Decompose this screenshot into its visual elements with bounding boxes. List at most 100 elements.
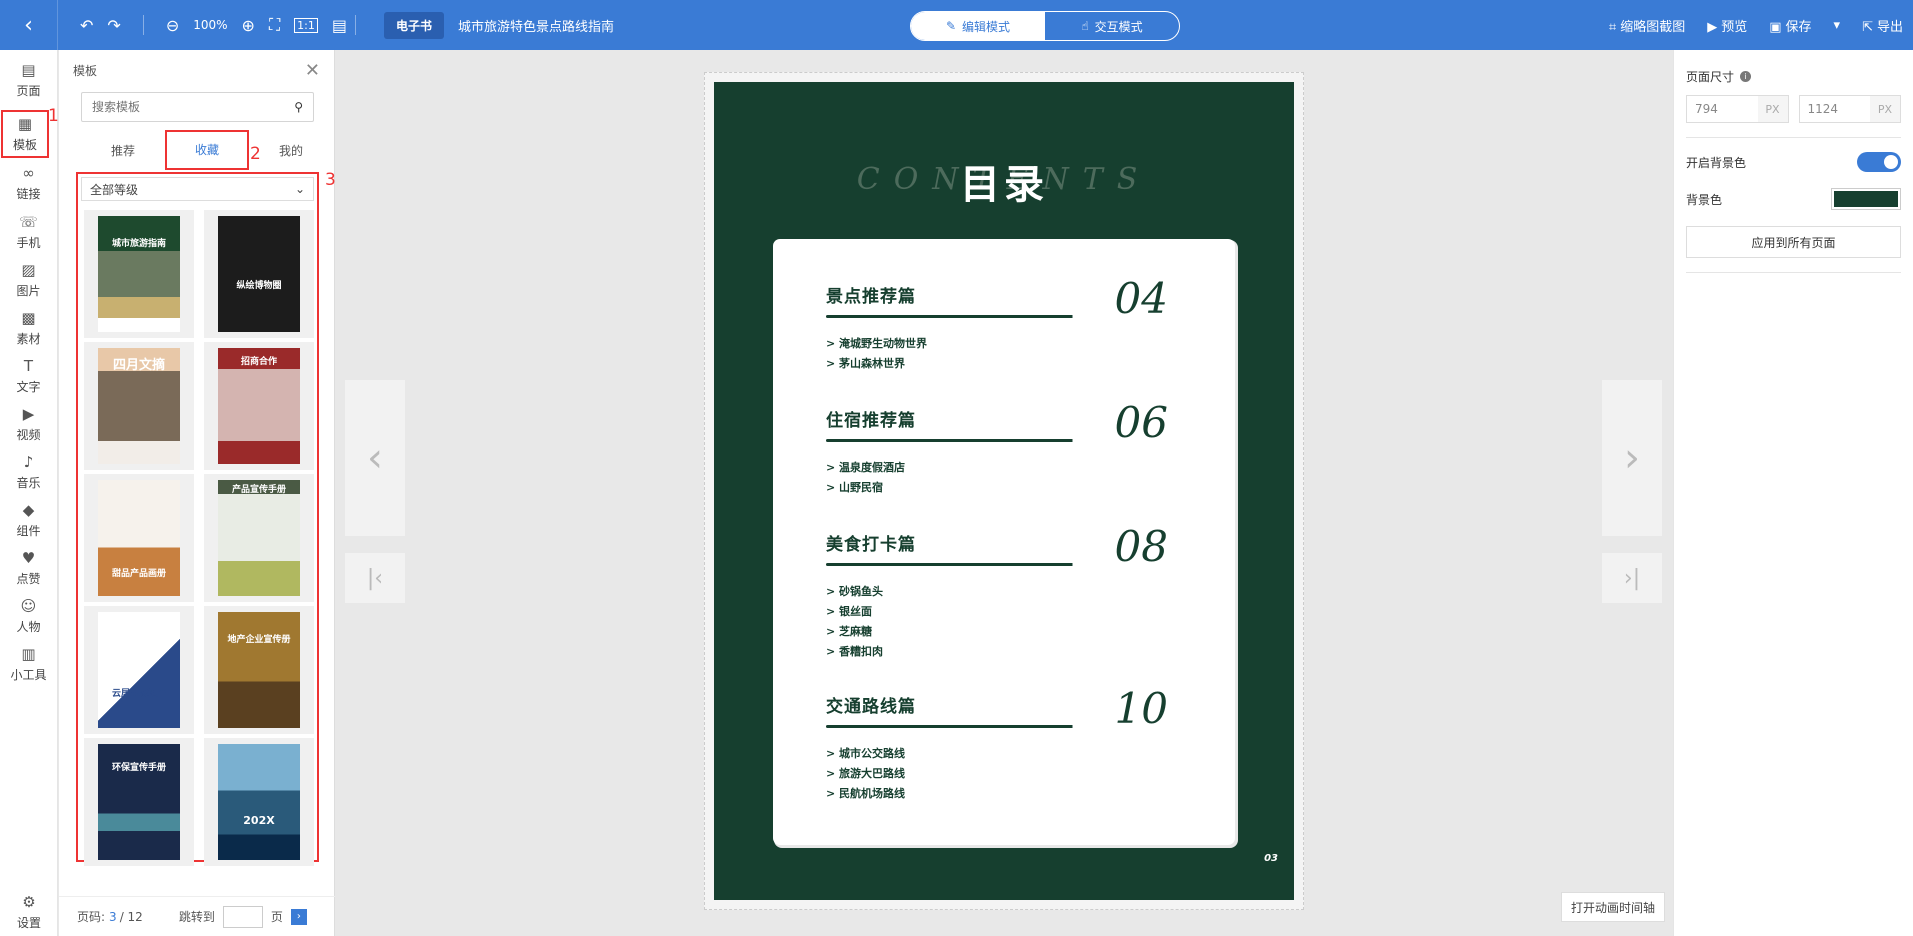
nav-page[interactable]: ▤ 页面 <box>0 50 57 110</box>
bg-color-toggle[interactable] <box>1857 152 1901 172</box>
export-button[interactable]: ⇱ 导出 <box>1862 16 1903 35</box>
heart-icon: ♥ <box>21 549 36 567</box>
page-heading: CONTENTS 目录 <box>714 152 1294 208</box>
search-icon[interactable]: ⚲ <box>294 100 303 114</box>
nav-text[interactable]: T 文字 <box>0 352 57 400</box>
toc-section: 美食打卡篇 08 > 砂锅鱼头 > 银丝面 > 芝麻糖 > 香糟扣肉 <box>826 522 1186 662</box>
toolbox-icon: ▥ <box>21 645 36 663</box>
back-button[interactable]: ‹ <box>0 0 58 50</box>
pencil-icon: ✎ <box>945 19 957 33</box>
save-button[interactable]: ▣ 保存 <box>1769 16 1811 35</box>
tab-favorites[interactable]: 收藏 <box>165 130 249 170</box>
pager-jump-label: 跳转到 <box>178 910 215 924</box>
unit-label: PX <box>1870 96 1900 122</box>
nav-material[interactable]: ▩ 素材 <box>0 304 57 352</box>
last-page-button[interactable]: ›| <box>1602 553 1662 603</box>
go-button[interactable]: › <box>290 908 307 925</box>
nav-label: 手机 <box>16 236 41 250</box>
nav-component[interactable]: ◆ 组件 <box>0 496 57 544</box>
nav-image[interactable]: ▨ 图片 <box>0 256 57 304</box>
template-thumb[interactable]: 四月文摘 <box>84 342 194 470</box>
nav-music[interactable]: ♪ 音乐 <box>0 448 57 496</box>
nav-template[interactable]: ▦ 模板 <box>1 110 49 158</box>
nav-label: 素材 <box>16 332 41 346</box>
height-input[interactable]: 1124 PX <box>1798 95 1901 123</box>
edit-mode-button[interactable]: ✎ 编辑模式 <box>911 12 1045 40</box>
nav-tools[interactable]: ▥ 小工具 <box>0 640 57 688</box>
thumb-label: 城市旅游指南 <box>111 239 166 249</box>
pointer-icon: ☝ <box>1081 19 1089 33</box>
close-icon[interactable]: ✕ <box>305 60 320 81</box>
info-icon[interactable]: i <box>1740 71 1752 82</box>
export-icon: ⇱ <box>1862 19 1873 35</box>
template-thumb[interactable]: 招商合作 <box>204 342 314 470</box>
preview-button[interactable]: ▶ 预览 <box>1707 16 1747 35</box>
template-thumb[interactable]: 产品宣传手册 <box>204 474 314 602</box>
unit-label: PX <box>1757 96 1788 122</box>
edit-tools: ↶ ↷ ⊖ 100% ⊕ ⛶ 1:1 ▤ <box>80 15 347 35</box>
zoom-in-icon[interactable]: ⊕ <box>242 16 255 35</box>
actual-size-icon[interactable]: 1:1 <box>294 17 318 33</box>
level-select[interactable]: 全部等级 ⌄ <box>81 177 314 201</box>
fullscreen-icon[interactable]: ⛶ <box>269 15 280 35</box>
nav-label: 组件 <box>16 524 41 538</box>
page-jump-input[interactable] <box>222 905 263 928</box>
page-canvas[interactable]: CONTENTS 目录 景点推荐篇 04 > 淹城野生动物世界 > 茅山森林世界… <box>714 82 1294 900</box>
template-thumb[interactable]: 城市旅游指南 <box>84 210 194 338</box>
height-value: 1124 <box>1807 102 1839 116</box>
section-item: > 砂锅鱼头 <box>826 585 884 598</box>
text-icon: T <box>23 357 34 375</box>
thumbnail-button[interactable]: ⌗ 缩略图截图 <box>1609 16 1685 35</box>
annotation-2: 2 <box>250 144 261 164</box>
template-thumb[interactable]: 环保宣传手册 <box>84 738 194 866</box>
bg-color-row: 背景色 <box>1686 188 1901 210</box>
section-items: > 城市公交路线 > 旅游大巴路线 > 民航机场路线 <box>826 744 1186 804</box>
nav-like[interactable]: ♥ 点赞 <box>0 544 57 592</box>
open-timeline-button[interactable]: 打开动画时间轴 <box>1561 892 1665 922</box>
toc-section: 景点推荐篇 04 > 淹城野生动物世界 > 茅山森林世界 <box>826 274 1186 374</box>
redo-icon[interactable]: ↷ <box>107 16 120 35</box>
template-panel: 模板 ✕ ⚲ 推荐 收藏 我的 2 3 全部等级 ⌄ 城市旅游指南 纵绘博物圈 … <box>59 50 336 936</box>
zoom-out-icon[interactable]: ⊖ <box>166 16 179 35</box>
template-thumb[interactable]: 地产企业宣传册 <box>204 606 314 734</box>
nav-link[interactable]: ∞ 链接 <box>0 158 57 208</box>
pages-icon[interactable]: ▤ <box>332 16 347 35</box>
prev-page-button[interactable]: ‹ <box>345 380 405 536</box>
template-thumb[interactable]: 纵绘博物圈 <box>204 210 314 338</box>
nav-person[interactable]: ☺ 人物 <box>0 592 57 640</box>
section-item: > 城市公交路线 <box>826 747 906 760</box>
chevron-left-icon: ‹ <box>367 435 383 481</box>
next-page-button[interactable]: › <box>1602 380 1662 536</box>
page-size-label: 页面尺寸 i <box>1686 68 1901 85</box>
interact-mode-button[interactable]: ☝ 交互模式 <box>1045 12 1179 40</box>
undo-icon[interactable]: ↶ <box>80 16 93 35</box>
save-dropdown[interactable]: ▾ <box>1834 18 1841 33</box>
nav-phone[interactable]: ☏ 手机 <box>0 208 57 256</box>
section-number: 10 <box>1114 684 1168 733</box>
thumb-label: 云居生态地产 <box>111 689 166 699</box>
zoom-level: 100% <box>193 18 228 32</box>
apply-all-pages-button[interactable]: 应用到所有页面 <box>1686 226 1901 258</box>
tab-mine[interactable]: 我的 <box>249 142 333 159</box>
first-page-button[interactable]: |‹ <box>345 553 405 603</box>
nav-label: 图片 <box>16 284 41 298</box>
tab-recommend[interactable]: 推荐 <box>81 142 165 159</box>
doc-type-badge: 电子书 <box>383 11 444 39</box>
section-item: > 淹城野生动物世界 <box>826 337 928 350</box>
panel-header: 模板 ✕ <box>59 50 334 90</box>
search-input[interactable] <box>92 100 272 114</box>
nav-video[interactable]: ▶ 视频 <box>0 400 57 448</box>
top-toolbar: ‹ ↶ ↷ ⊖ 100% ⊕ ⛶ 1:1 ▤ 电子书 城市旅游特色景点路线指南 … <box>0 0 1913 50</box>
link-icon: ∞ <box>22 164 35 182</box>
doc-title[interactable]: 城市旅游特色景点路线指南 <box>458 16 614 35</box>
page-size-inputs: 794 PX 1124 PX <box>1686 95 1901 123</box>
preview-label: 预览 <box>1721 19 1748 35</box>
bg-color-swatch[interactable] <box>1831 188 1901 210</box>
section-item: > 山野民宿 <box>826 481 884 494</box>
template-thumb[interactable]: 202X <box>204 738 314 866</box>
template-thumb[interactable]: 云居生态地产 <box>84 606 194 734</box>
nav-settings[interactable]: ⚙ 设置 <box>0 888 58 936</box>
template-thumb[interactable]: 甜品产品画册 <box>84 474 194 602</box>
bg-toggle-row: 开启背景色 <box>1686 152 1901 172</box>
width-input[interactable]: 794 PX <box>1686 95 1789 123</box>
